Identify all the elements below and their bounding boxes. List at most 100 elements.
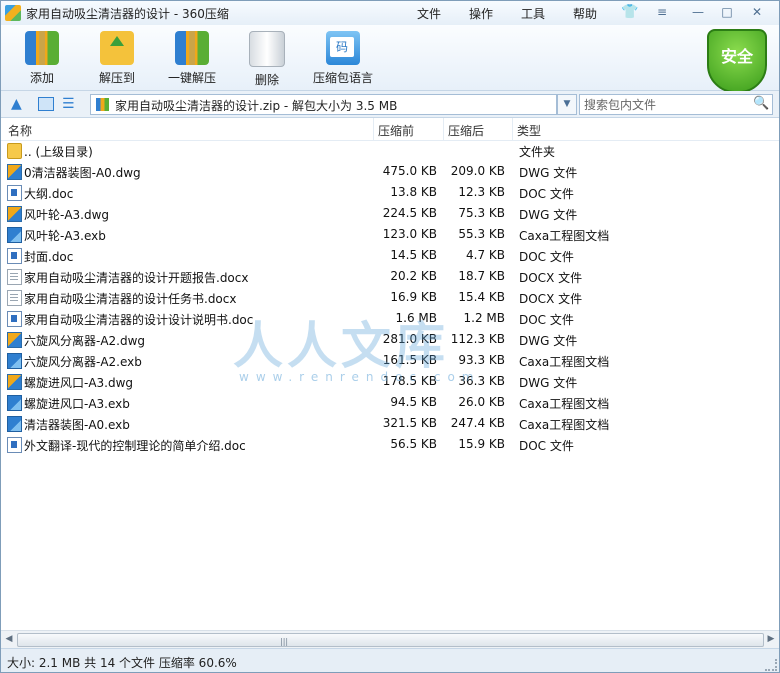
file-compressed-size: 178.5 KB — [382, 374, 437, 388]
file-name: 封面.doc — [24, 250, 74, 264]
file-name: 螺旋进风口-A3.dwg — [24, 376, 134, 390]
list-item[interactable]: 封面.doc 14.5 KB 4.7 KB DOC 文件 — [1, 245, 779, 266]
list-item[interactable]: 外文翻译-现代的控制理论的简单介绍.doc 56.5 KB 15.9 KB DO… — [1, 434, 779, 455]
file-name: 清洁器装图-A0.exb — [24, 418, 130, 432]
doc-file-icon — [7, 311, 22, 327]
scroll-right-arrow-icon[interactable]: ▶ — [765, 634, 777, 645]
large-icon-view-icon[interactable] — [38, 97, 54, 111]
app-logo-icon — [5, 5, 21, 21]
column-original[interactable]: 压缩后 — [448, 122, 484, 139]
file-type: 文件夹 — [519, 145, 556, 159]
add-archive-icon — [25, 31, 59, 65]
file-original-size: 18.7 KB — [458, 269, 505, 283]
file-original-size: 26.0 KB — [458, 395, 505, 409]
file-compressed-size: 56.5 KB — [390, 437, 437, 451]
column-name[interactable]: 名称 — [8, 122, 32, 139]
list-item[interactable]: 清洁器装图-A0.exb 321.5 KB 247.4 KB Caxa工程图文档 — [1, 413, 779, 434]
column-header: 名称 压缩前 压缩后 类型 — [1, 118, 779, 141]
exb-file-icon — [7, 353, 22, 369]
list-item[interactable]: 六旋风分离器-A2.dwg 281.0 KB 112.3 KB DWG 文件 — [1, 329, 779, 350]
file-name: 家用自动吸尘清洁器的设计设计说明书.doc — [24, 313, 254, 327]
file-original-size: 93.3 KB — [458, 353, 505, 367]
scrollbar-thumb[interactable]: ||| — [17, 633, 764, 647]
extract-to-button[interactable]: 解压到 — [86, 29, 148, 87]
maximize-button[interactable]: □ — [718, 5, 736, 20]
toolbar: 添加 解压到 一键解压 删除 码 压缩包语言 — [1, 25, 779, 91]
title-bar: 家用自动吸尘清洁器的设计 - 360压缩 文件 操作 工具 帮助 👕 ≡ — □… — [1, 1, 779, 25]
extract-folder-icon — [100, 31, 134, 65]
dwg-file-icon — [7, 206, 22, 222]
list-item[interactable]: 螺旋进风口-A3.exb 94.5 KB 26.0 KB Caxa工程图文档 — [1, 392, 779, 413]
file-compressed-size: 16.9 KB — [390, 290, 437, 304]
file-type: Caxa工程图文档 — [519, 355, 610, 369]
window-menu-button[interactable]: ≡ — [653, 5, 671, 20]
docx-file-icon — [7, 290, 22, 306]
minimize-button[interactable]: — — [689, 5, 707, 20]
one-click-extract-button[interactable]: 一键解压 — [161, 29, 223, 87]
search-icon[interactable]: 🔍 — [753, 96, 769, 112]
menu-help[interactable]: 帮助 — [573, 5, 597, 22]
file-original-size: 247.4 KB — [450, 416, 505, 430]
close-button[interactable]: ✕ — [748, 5, 766, 20]
file-type: DOCX 文件 — [519, 271, 583, 285]
resize-grip-icon[interactable] — [765, 659, 777, 671]
code-glyph: 码 — [330, 37, 354, 57]
list-item[interactable]: .. (上级目录) 文件夹 — [1, 140, 779, 161]
file-original-size: 15.4 KB — [458, 290, 505, 304]
list-item[interactable]: 大纲.doc 13.8 KB 12.3 KB DOC 文件 — [1, 182, 779, 203]
one-click-extract-label: 一键解压 — [167, 71, 216, 85]
search-input[interactable] — [584, 97, 744, 112]
list-item[interactable]: 风叶轮-A3.dwg 224.5 KB 75.3 KB DWG 文件 — [1, 203, 779, 224]
doc-file-icon — [7, 437, 22, 453]
file-name: 风叶轮-A3.dwg — [24, 208, 110, 222]
list-view-icon[interactable]: ☰ — [62, 96, 78, 112]
file-type: DOC 文件 — [519, 250, 574, 264]
file-compressed-size: 20.2 KB — [390, 269, 437, 283]
list-item[interactable]: 风叶轮-A3.exb 123.0 KB 55.3 KB Caxa工程图文档 — [1, 224, 779, 245]
scroll-left-arrow-icon[interactable]: ◀ — [3, 634, 15, 645]
column-compressed[interactable]: 压缩前 — [378, 122, 414, 139]
file-type: DWG 文件 — [519, 166, 578, 180]
file-type: DWG 文件 — [519, 208, 578, 222]
up-arrow-icon[interactable]: ▲ — [11, 96, 27, 112]
file-original-size: 75.3 KB — [458, 206, 505, 220]
menu-tools[interactable]: 工具 — [521, 5, 545, 22]
file-original-size: 4.7 KB — [466, 248, 505, 262]
address-dropdown-button[interactable]: ▼ — [557, 94, 577, 115]
add-button[interactable]: 添加 — [11, 29, 73, 87]
doc-file-icon — [7, 248, 22, 264]
file-original-size: 112.3 KB — [450, 332, 505, 346]
column-divider[interactable] — [373, 118, 374, 140]
list-item[interactable]: 螺旋进风口-A3.dwg 178.5 KB 36.3 KB DWG 文件 — [1, 371, 779, 392]
archive-language-button[interactable]: 码 压缩包语言 — [311, 29, 375, 87]
address-field[interactable]: 家用自动吸尘清洁器的设计.zip - 解包大小为 3.5 MB V — [90, 94, 632, 115]
app-window: 家用自动吸尘清洁器的设计 - 360压缩 文件 操作 工具 帮助 👕 ≡ — □… — [0, 0, 780, 673]
search-box[interactable]: 🔍 — [579, 94, 773, 115]
file-name: 大纲.doc — [24, 187, 74, 201]
file-type: Caxa工程图文档 — [519, 229, 610, 243]
menu-operate[interactable]: 操作 — [469, 5, 493, 22]
column-divider[interactable] — [443, 118, 444, 140]
list-item[interactable]: 家用自动吸尘清洁器的设计任务书.docx 16.9 KB 15.4 KB DOC… — [1, 287, 779, 308]
address-path: 家用自动吸尘清洁器的设计.zip - 解包大小为 3.5 MB — [115, 99, 398, 113]
delete-button[interactable]: 删除 — [236, 29, 298, 87]
list-item[interactable]: 家用自动吸尘清洁器的设计设计说明书.doc 1.6 MB 1.2 MB DOC … — [1, 308, 779, 329]
status-text: 大小: 2.1 MB 共 14 个文件 压缩率 60.6% — [7, 656, 237, 670]
column-type[interactable]: 类型 — [517, 122, 541, 139]
skin-shirt-icon[interactable]: 👕 — [621, 4, 639, 20]
list-item[interactable]: 六旋风分离器-A2.exb 161.5 KB 93.3 KB Caxa工程图文档 — [1, 350, 779, 371]
list-item[interactable]: 家用自动吸尘清洁器的设计开题报告.docx 20.2 KB 18.7 KB DO… — [1, 266, 779, 287]
file-type: DOC 文件 — [519, 187, 574, 201]
menu-file[interactable]: 文件 — [417, 5, 441, 22]
file-name: 外文翻译-现代的控制理论的简单介绍.doc — [24, 439, 246, 453]
exb-file-icon — [7, 395, 22, 411]
file-compressed-size: 224.5 KB — [382, 206, 437, 220]
dwg-file-icon — [7, 164, 22, 180]
list-item[interactable]: 0清洁器装图-A0.dwg 475.0 KB 209.0 KB DWG 文件 — [1, 161, 779, 182]
column-divider[interactable] — [512, 118, 513, 140]
folder-icon — [7, 143, 22, 159]
file-name: 0清洁器装图-A0.dwg — [24, 166, 141, 180]
security-shield-badge[interactable]: 安全 — [707, 29, 767, 93]
horizontal-scrollbar[interactable]: ◀ ||| ▶ — [1, 630, 779, 648]
file-compressed-size: 1.6 MB — [395, 311, 437, 325]
